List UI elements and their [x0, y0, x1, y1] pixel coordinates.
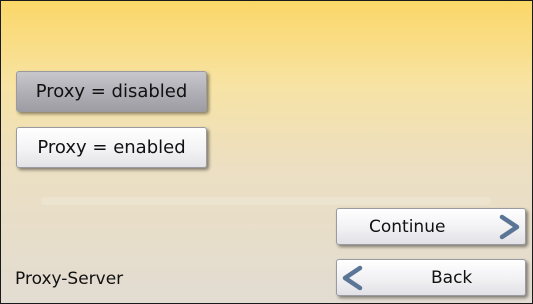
proxy-enabled-label: Proxy = enabled	[37, 137, 186, 158]
background-decoration	[41, 197, 491, 205]
proxy-disabled-button[interactable]: Proxy = disabled	[16, 71, 207, 112]
page-title: Proxy-Server	[15, 269, 124, 289]
back-label: Back	[431, 267, 473, 288]
chevron-right-icon	[499, 214, 520, 240]
proxy-settings-screen: Proxy = disabled Proxy = enabled Continu…	[0, 0, 533, 304]
proxy-disabled-label: Proxy = disabled	[35, 81, 188, 102]
back-button[interactable]: Back	[336, 259, 526, 296]
continue-button[interactable]: Continue	[336, 208, 526, 245]
chevron-left-icon	[342, 265, 363, 291]
continue-label: Continue	[369, 216, 446, 237]
proxy-enabled-button[interactable]: Proxy = enabled	[16, 127, 207, 168]
